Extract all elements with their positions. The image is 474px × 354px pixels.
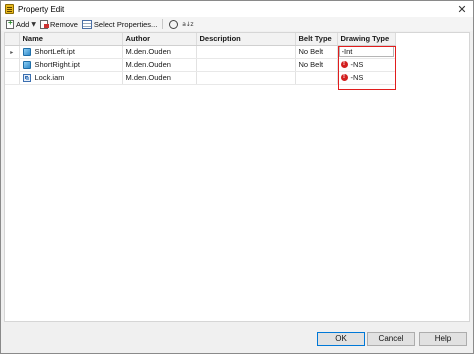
description-cell[interactable] [196,58,296,72]
property-grid: Name Author Description Belt Type Drawin… [4,32,470,322]
drawing-type-cell[interactable]: ! -NS [337,71,396,85]
belt-type-cell[interactable]: No Belt [295,45,338,59]
select-properties-button[interactable]: Select Properties... [80,18,159,30]
column-header-author[interactable]: Author [122,33,197,46]
add-label: Add [16,19,30,29]
name-cell[interactable]: Lock.iam [19,71,123,85]
column-header-belt-type[interactable]: Belt Type [295,33,338,46]
remove-icon [39,19,49,29]
drawing-type-input[interactable] [338,46,394,57]
error-icon: ! [340,61,348,68]
toolbar-separator [162,19,164,29]
row-selector[interactable] [5,71,20,85]
title-bar: Property Edit ✕ [1,1,473,17]
column-header-description[interactable]: Description [196,33,296,46]
ok-button[interactable]: OK [317,332,365,346]
row-selector[interactable]: ▸ [5,45,20,59]
description-cell[interactable] [196,45,296,59]
file-name: ShortRight.ipt [34,60,80,69]
app-icon [5,4,14,14]
assembly-icon [22,73,31,82]
table-row[interactable]: ShortRight.ipt M.den.Ouden No Belt ! -NS [5,58,396,72]
table-row[interactable]: Lock.iam M.den.Ouden ! -NS [5,71,396,85]
drawing-type-value: -NS [350,73,364,82]
cancel-button[interactable]: Cancel [367,332,415,346]
properties-icon [81,19,92,29]
column-header-name[interactable]: Name [19,33,123,46]
property-table: Name Author Description Belt Type Drawin… [5,33,396,85]
help-button[interactable]: Help [419,332,467,346]
table-row[interactable]: ▸ ShortLeft.ipt M.den.Ouden No Belt [5,45,396,59]
name-cell[interactable]: ShortLeft.ipt [19,45,123,59]
sort-icon[interactable]: a↓z [182,21,193,28]
column-header-drawing-type[interactable]: Drawing Type [337,33,396,46]
row-arrow-icon: ▸ [10,49,14,56]
error-icon: ! [340,74,348,81]
add-icon [6,18,14,29]
property-edit-window: Property Edit ✕ Add ▼ Remove Select Prop… [0,0,474,354]
add-button[interactable]: Add ▼ [4,18,38,30]
row-selector[interactable] [5,58,20,72]
header-row: Name Author Description Belt Type Drawin… [5,33,396,46]
remove-label: Remove [49,19,78,29]
row-selector-header [5,33,20,46]
drawing-type-cell[interactable] [337,45,396,59]
search-icon[interactable] [169,19,179,29]
dialog-footer: OK Cancel Help [1,323,473,353]
remove-button[interactable]: Remove [38,18,80,30]
toolbar: Add ▼ Remove Select Properties... a↓z [1,17,473,31]
chevron-down-icon[interactable]: ▼ [31,21,36,28]
author-cell[interactable]: M.den.Ouden [122,45,197,59]
file-name: ShortLeft.ipt [34,47,75,56]
drawing-type-cell[interactable]: ! -NS [337,58,396,72]
window-title: Property Edit [18,4,65,14]
belt-type-cell[interactable] [295,71,338,85]
name-cell[interactable]: ShortRight.ipt [19,58,123,72]
drawing-type-value: -NS [350,60,364,69]
belt-type-cell[interactable]: No Belt [295,58,338,72]
file-name: Lock.iam [34,73,65,82]
author-cell[interactable]: M.den.Ouden [122,71,197,85]
description-cell[interactable] [196,71,296,85]
part-icon [22,60,31,69]
part-icon [22,47,31,56]
author-cell[interactable]: M.den.Ouden [122,58,197,72]
select-properties-label: Select Properties... [93,19,158,29]
close-button[interactable]: ✕ [455,3,469,16]
